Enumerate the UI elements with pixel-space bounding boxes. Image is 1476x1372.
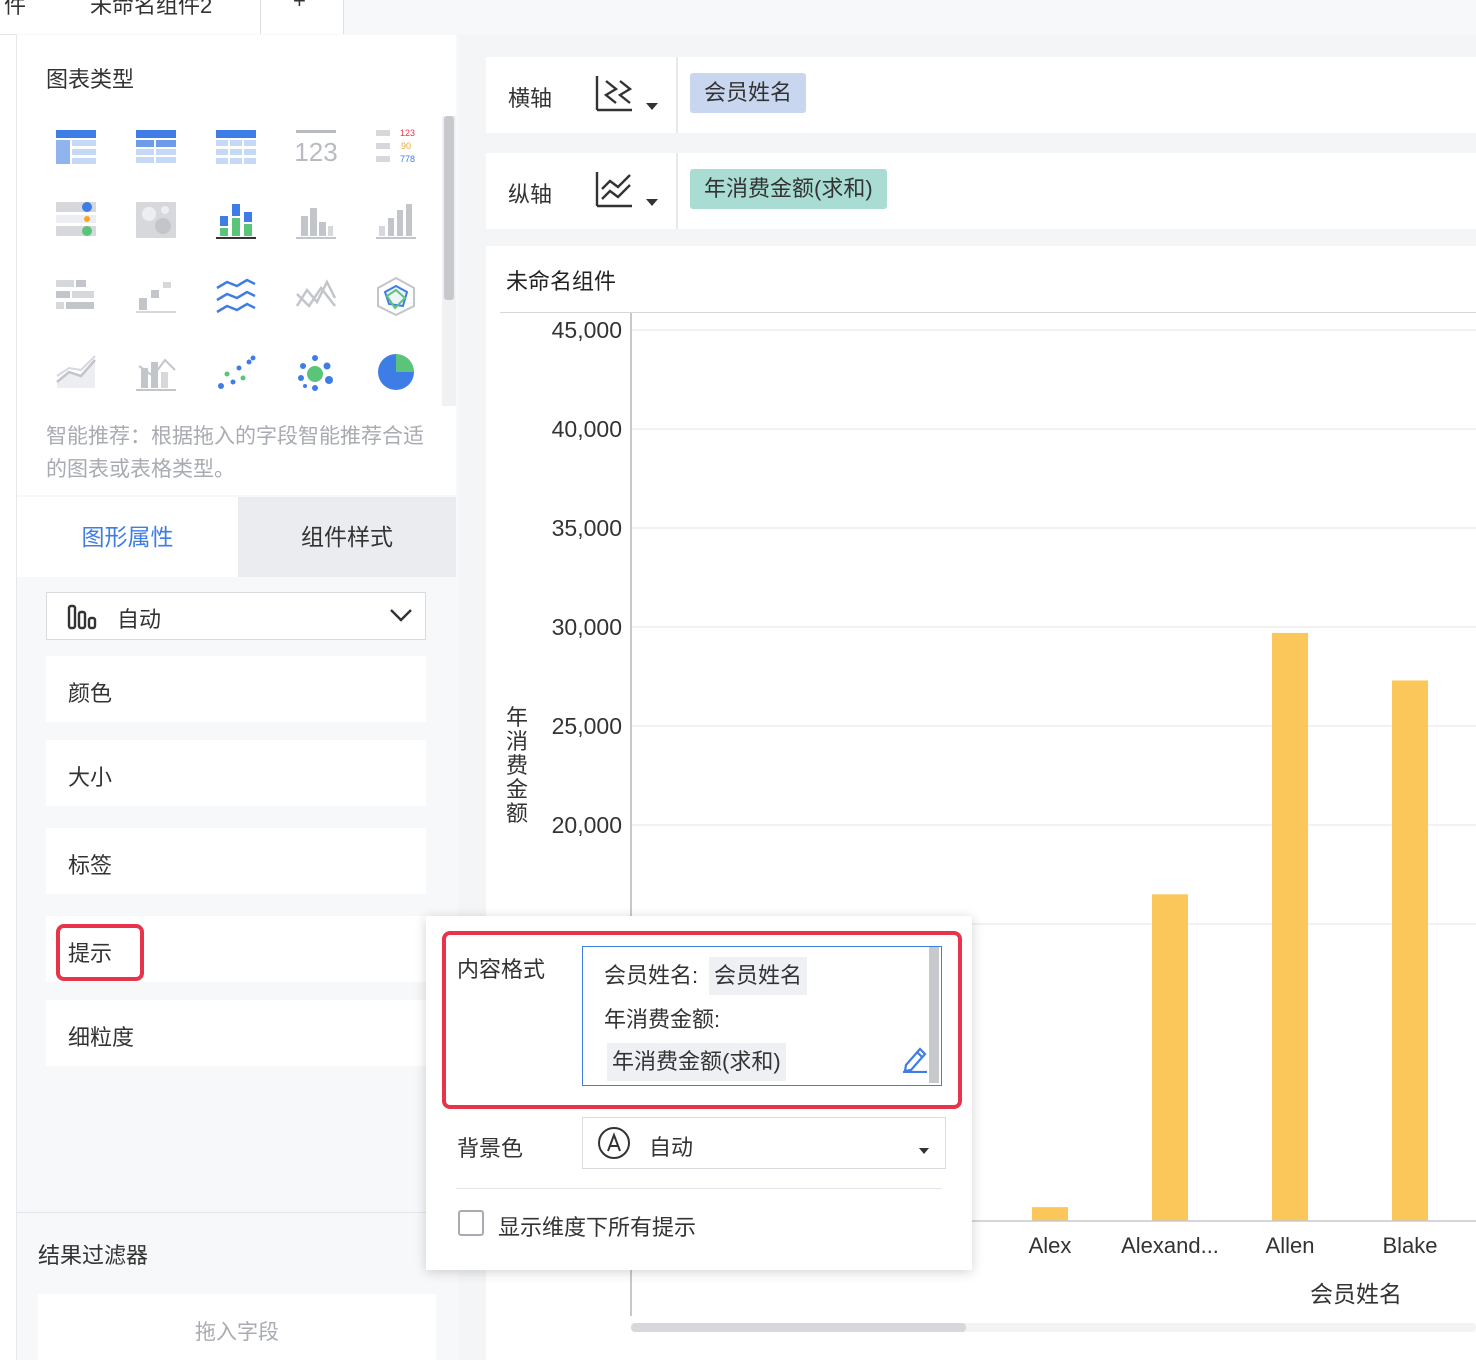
- prop-label[interactable]: 标签: [46, 828, 426, 894]
- grid-layer: [631, 329, 1476, 925]
- x-axis-caret-icon[interactable]: [646, 103, 658, 110]
- y-tick-label: 30,000: [552, 614, 622, 640]
- heatmap-map-icon[interactable]: [135, 200, 177, 240]
- add-tab-button[interactable]: +: [261, 0, 344, 34]
- result-filter-title: 结果过滤器: [38, 1243, 149, 1268]
- svg-text:123: 123: [295, 137, 337, 167]
- chart-subtype-select[interactable]: 自动: [46, 592, 426, 640]
- top-tab-label: 件: [4, 0, 27, 18]
- x-axis-field-pill[interactable]: 会员姓名: [690, 73, 807, 113]
- x-tick-label: Allen: [1266, 1233, 1315, 1258]
- pie-chart-icon[interactable]: [375, 352, 417, 392]
- chart-subtype-value: 自动: [117, 607, 162, 632]
- stacked-bar-icon[interactable]: [215, 200, 257, 240]
- multi-line-icon[interactable]: [215, 276, 257, 316]
- y-tick-label: 25,000: [552, 713, 622, 739]
- x-axis-label: 横轴: [508, 86, 553, 111]
- component-title: 未命名组件: [506, 269, 617, 294]
- y-axis-field-pill[interactable]: 年消费金额(求和): [690, 169, 887, 209]
- y-axis-caret-icon[interactable]: [646, 199, 658, 206]
- bar-0[interactable]: [1032, 1207, 1068, 1221]
- y-axis-row: 纵轴 年消费金额(求和): [486, 153, 1476, 229]
- x-tick-label: Alex: [1029, 1233, 1072, 1258]
- svg-text:778: 778: [400, 154, 415, 164]
- drop-field-zone[interactable]: 拖入字段: [38, 1294, 436, 1360]
- bar-1[interactable]: [1152, 894, 1188, 1221]
- tab-component-style[interactable]: 组件样式: [238, 497, 456, 577]
- add-tab-label: +: [293, 0, 306, 13]
- column-chart-icon[interactable]: [375, 200, 417, 240]
- radar-chart-icon[interactable]: [375, 276, 417, 317]
- prop-color[interactable]: 颜色: [46, 656, 426, 722]
- y-tick-label: 35,000: [552, 515, 622, 541]
- measure-axis-icon[interactable]: [594, 169, 634, 209]
- svg-text:90: 90: [401, 141, 411, 151]
- prop-color-label: 颜色: [68, 681, 113, 706]
- y-tick-layer: 45,00040,00035,00030,00025,00020,00015,0…: [552, 317, 622, 937]
- top-tab-2[interactable]: 未命名组件2: [60, 0, 261, 34]
- top-tab-label: 未命名组件2: [90, 0, 213, 18]
- content-format-highlight-box: [442, 931, 962, 1109]
- prop-size[interactable]: 大小: [46, 740, 426, 806]
- x-tick-layer: Alex Alexand... Allen Blake: [1029, 1233, 1438, 1258]
- area-chart-icon[interactable]: [55, 352, 97, 392]
- bar-3[interactable]: [1392, 680, 1428, 1221]
- tooltip-highlight-box: [56, 924, 144, 981]
- prop-label-label: 标签: [68, 853, 113, 878]
- x-axis-row: 横轴 会员姓名: [486, 57, 1476, 133]
- horizontal-bar-icon[interactable]: [55, 276, 97, 316]
- x-axis-title: 会员姓名: [1310, 1281, 1402, 1307]
- bar-chart-icon: [67, 602, 97, 635]
- detail-table-icon[interactable]: [215, 128, 257, 168]
- chart-scrollbar-thumb[interactable]: [631, 1323, 966, 1332]
- y-axis-label: 纵轴: [508, 182, 553, 207]
- svg-text:123: 123: [400, 128, 415, 138]
- top-tab-strip: 件 未命名组件2 +: [0, 0, 1476, 35]
- table-icon[interactable]: [55, 128, 97, 168]
- caret-down-icon: [919, 1148, 929, 1154]
- bar-layer: [1032, 632, 1428, 1221]
- cross-table-icon[interactable]: [135, 128, 177, 168]
- kpi-number-icon[interactable]: 123: [294, 128, 338, 168]
- y-tick-label: 20,000: [552, 812, 622, 838]
- bar-2[interactable]: [1272, 632, 1308, 1221]
- dimension-axis-icon[interactable]: [594, 73, 634, 113]
- top-tab-1[interactable]: 件: [0, 0, 61, 34]
- y-tick-label: 45,000: [552, 317, 622, 343]
- x-tick-label: Blake: [1382, 1233, 1437, 1258]
- smart-recommend-hint: 智能推荐：根据拖入的字段智能推荐合适的图表或表格类型。: [46, 425, 424, 481]
- x-tick-label: Alexand...: [1121, 1233, 1219, 1258]
- bg-color-select[interactable]: 自动: [582, 1117, 946, 1169]
- bubble-chart-icon[interactable]: [295, 352, 337, 392]
- y-axis-title: 年消费金额: [506, 705, 529, 826]
- chart-type-title: 图表类型: [46, 67, 135, 92]
- prop-granularity-label: 细粒度: [68, 1025, 135, 1050]
- y-axis-separator: [676, 153, 678, 229]
- chart-type-scrollbar-thumb[interactable]: [444, 116, 454, 300]
- prop-size-label: 大小: [68, 765, 113, 790]
- scatter-chart-icon[interactable]: [215, 352, 257, 392]
- popup-divider: [456, 1188, 942, 1189]
- show-all-tooltips-label: 显示维度下所有提示: [498, 1215, 697, 1240]
- bg-color-label: 背景色: [457, 1136, 524, 1161]
- filter-divider: [17, 1212, 456, 1213]
- colored-number-icon[interactable]: 123 90 778: [375, 128, 417, 168]
- list-indicator-icon[interactable]: [55, 200, 97, 240]
- bar-chart-icon[interactable]: [295, 200, 337, 240]
- x-axis-separator: [676, 57, 678, 133]
- tab-graph-properties[interactable]: 图形属性: [17, 497, 238, 577]
- bg-color-value: 自动: [649, 1135, 694, 1160]
- auto-a-icon: [597, 1126, 631, 1165]
- line-chart-icon[interactable]: [295, 276, 337, 316]
- y-tick-label: 40,000: [552, 416, 622, 442]
- step-bar-icon[interactable]: [135, 276, 177, 316]
- chevron-down-icon: [389, 607, 413, 628]
- prop-granularity[interactable]: 细粒度: [46, 1000, 426, 1066]
- combo-chart-icon[interactable]: [135, 352, 177, 392]
- show-all-tooltips-checkbox[interactable]: [458, 1210, 484, 1236]
